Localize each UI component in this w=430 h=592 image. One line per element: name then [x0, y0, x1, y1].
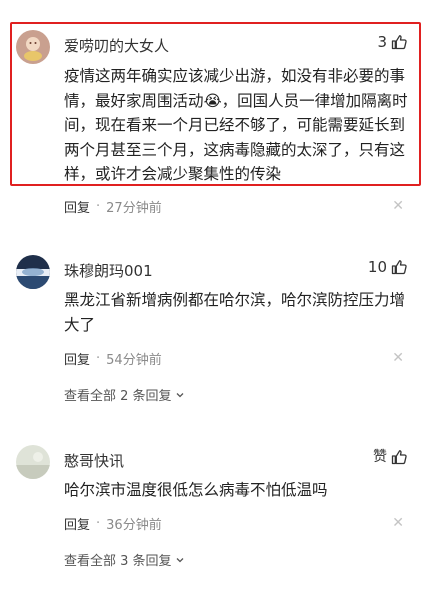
username[interactable]: 珠穆朗玛001	[64, 260, 153, 281]
comment-meta: 回复 · 36分钟前	[64, 514, 162, 533]
timestamp: 54分钟前	[106, 353, 162, 368]
like-button[interactable]: 3	[377, 33, 408, 51]
like-button[interactable]: 10	[368, 258, 408, 276]
avatar[interactable]	[16, 445, 50, 479]
thumbs-up-icon	[391, 260, 407, 275]
chevron-down-icon	[176, 392, 184, 397]
view-all-replies-link[interactable]: 查看全部 3 条回复	[64, 550, 185, 569]
reply-button[interactable]: 回复	[64, 514, 90, 533]
view-all-label: 查看全部 3 条回复	[64, 554, 172, 569]
comment-item: 爱唠叨的大女人 3 疫情这两年确实应该减少出游，如没有非必要的事情，最好家周围活…	[0, 0, 430, 230]
separator-dot: ·	[96, 351, 101, 366]
thumbs-up-icon	[391, 35, 407, 50]
timestamp: 36分钟前	[106, 518, 162, 533]
view-all-replies-link[interactable]: 查看全部 2 条回复	[64, 385, 185, 404]
view-all-label: 查看全部 2 条回复	[64, 389, 172, 404]
close-icon[interactable]: ✕	[392, 199, 404, 213]
thumbs-up-icon	[391, 450, 407, 465]
like-count: 3	[377, 33, 387, 51]
username[interactable]: 憨哥快讯	[64, 450, 124, 471]
reply-button[interactable]: 回复	[64, 349, 90, 368]
comment-meta: 回复 · 27分钟前	[64, 197, 162, 216]
username[interactable]: 爱唠叨的大女人	[64, 35, 169, 56]
separator-dot: ·	[96, 199, 101, 214]
chevron-down-icon	[176, 557, 184, 562]
comment-meta: 回复 · 54分钟前	[64, 349, 162, 368]
reply-button[interactable]: 回复	[64, 197, 90, 216]
avatar[interactable]	[16, 255, 50, 289]
timestamp: 27分钟前	[106, 201, 162, 216]
like-count: 赞	[373, 449, 387, 465]
like-count: 10	[367, 258, 387, 276]
comment-text: 疫情这两年确实应该减少出游，如没有非必要的事情，最好家周围活动😭，回国人员一律增…	[64, 67, 408, 183]
close-icon[interactable]: ✕	[392, 516, 404, 530]
comment-text: 黑龙江省新增病例都在哈尔滨，哈尔滨防控压力增大了	[64, 291, 406, 334]
comment-text: 哈尔滨市温度很低怎么病毒不怕低温吗	[64, 481, 328, 499]
close-icon[interactable]: ✕	[392, 351, 404, 365]
comment-item: 憨哥快讯 赞 哈尔滨市温度很低怎么病毒不怕低温吗 回复 · 36分钟前 ✕ 查看…	[0, 430, 430, 592]
like-button[interactable]: 赞	[373, 448, 408, 466]
avatar[interactable]	[16, 30, 50, 64]
separator-dot: ·	[96, 516, 101, 531]
comment-item: 珠穆朗玛001 10 黑龙江省新增病例都在哈尔滨，哈尔滨防控压力增大了 回复 ·…	[0, 230, 430, 430]
